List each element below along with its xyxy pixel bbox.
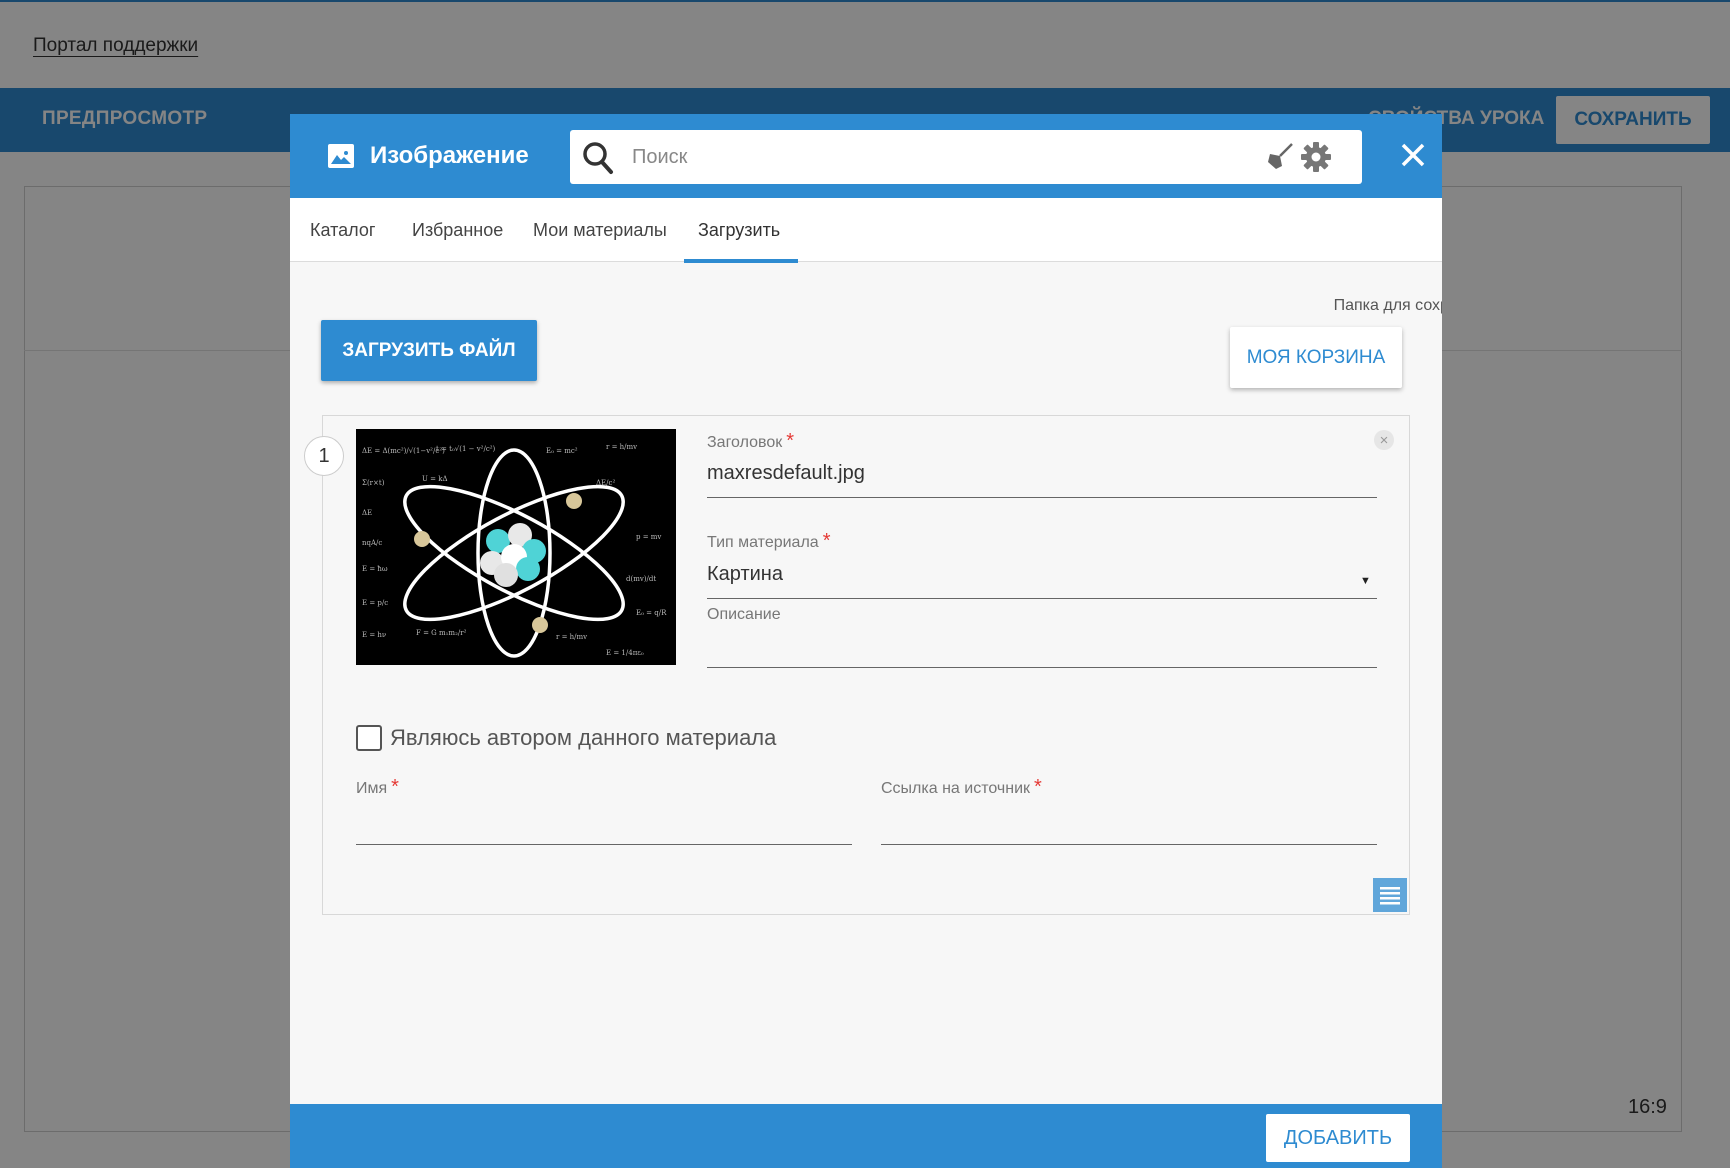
material-type-select[interactable]: Картина [707,563,783,586]
dialog-tabs: Каталог Избранное Мои материалы Загрузит… [290,198,1442,262]
list-menu-icon[interactable] [1373,878,1407,912]
required-asterisk: * [391,776,399,798]
author-name-field[interactable] [356,804,852,838]
search-input[interactable] [632,138,1252,176]
type-field-label: Тип материала * [707,530,830,557]
close-icon[interactable] [1396,138,1430,172]
type-field-underline [707,598,1377,599]
title-field-underline [707,497,1377,498]
description-field-label: Описание [707,606,781,623]
type-label-text: Тип материала [707,534,819,551]
dialog-title: Изображение [370,142,529,169]
title-field-label: Заголовок * [707,430,794,457]
title-label-text: Заголовок [707,434,783,451]
name-field-label: Имя * [356,776,399,803]
svg-text:U = kΔ: U = kΔ [422,475,448,483]
svg-text:nqA/c: nqA/c [362,539,382,547]
add-button[interactable]: ДОБАВИТЬ [1266,1114,1410,1162]
author-checkbox-label[interactable]: Являюсь автором данного материала [390,725,776,751]
svg-text:E = hν: E = hν [362,631,386,639]
name-field-underline [356,844,852,845]
dropdown-arrow-icon[interactable]: ▼ [1360,575,1371,587]
svg-text:r = h/mv: r = h/mv [606,443,637,451]
svg-text:ΔE: ΔE [362,509,372,517]
required-asterisk: * [822,530,831,552]
tab-catalog[interactable]: Каталог [310,198,375,262]
svg-text:E = p/c: E = p/c [362,599,388,607]
svg-text:E = ħω: E = ħω [362,565,388,573]
dialog-header: Изображение [290,114,1442,198]
svg-text:p = mv: p = mv [636,533,661,541]
active-tab-indicator [684,259,798,263]
search-icon[interactable] [582,141,614,175]
title-field[interactable]: maxresdefault.jpg [707,462,865,485]
source-link-field[interactable] [881,804,1377,838]
author-checkbox[interactable] [356,725,382,751]
tab-favorites[interactable]: Избранное [412,198,503,262]
description-field-underline [707,667,1377,668]
source-label-text: Ссылка на источник [881,780,1031,797]
svg-text:t = t₀√(1 − v²/c²): t = t₀√(1 − v²/c²) [436,445,496,453]
description-field[interactable] [707,630,1377,664]
name-label-text: Имя [356,780,388,797]
search-box [570,130,1362,184]
svg-text:F = G m₁m₂/r²: F = G m₁m₂/r² [416,629,467,637]
broom-icon[interactable] [1266,142,1294,170]
svg-text:d(mv)/dt: d(mv)/dt [626,575,656,583]
image-icon [328,144,354,168]
required-asterisk: * [1034,776,1042,798]
svg-text:ΔE = Δ(mc²)/√(1−v²/c²): ΔE = Δ(mc²)/√(1−v²/c²) [362,447,445,455]
source-field-label: Ссылка на источник * [881,776,1042,803]
item-number-badge: 1 [304,436,344,476]
svg-text:E₀ = q/R: E₀ = q/R [636,609,667,617]
svg-text:Σ(r×t): Σ(r×t) [362,479,385,487]
uploaded-image-thumbnail: ΔE = Δ(mc²)/√(1−v²/c²) t = t₀√(1 − v²/c²… [356,429,676,665]
tab-upload[interactable]: Загрузить [698,198,780,262]
image-dialog: Изображение Поиск Каталог Избранное Мои … [290,114,1442,1168]
svg-text:E = 1/4πε₀: E = 1/4πε₀ [606,649,644,657]
gear-icon[interactable] [1300,141,1332,173]
remove-item-icon[interactable]: × [1374,430,1394,450]
folder-select-button[interactable]: МОЯ КОРЗИНА [1230,327,1402,388]
upload-file-button[interactable]: ЗАГРУЗИТЬ ФАЙЛ [321,320,537,381]
svg-text:r = h/mv: r = h/mv [556,633,587,641]
tab-my-materials[interactable]: Мои материалы [533,198,667,262]
svg-text:E₀ = mc²: E₀ = mc² [546,447,578,455]
source-field-underline [881,844,1377,845]
required-asterisk: * [786,430,795,452]
save-folder-label: Папка для сохранения [1333,297,1442,314]
